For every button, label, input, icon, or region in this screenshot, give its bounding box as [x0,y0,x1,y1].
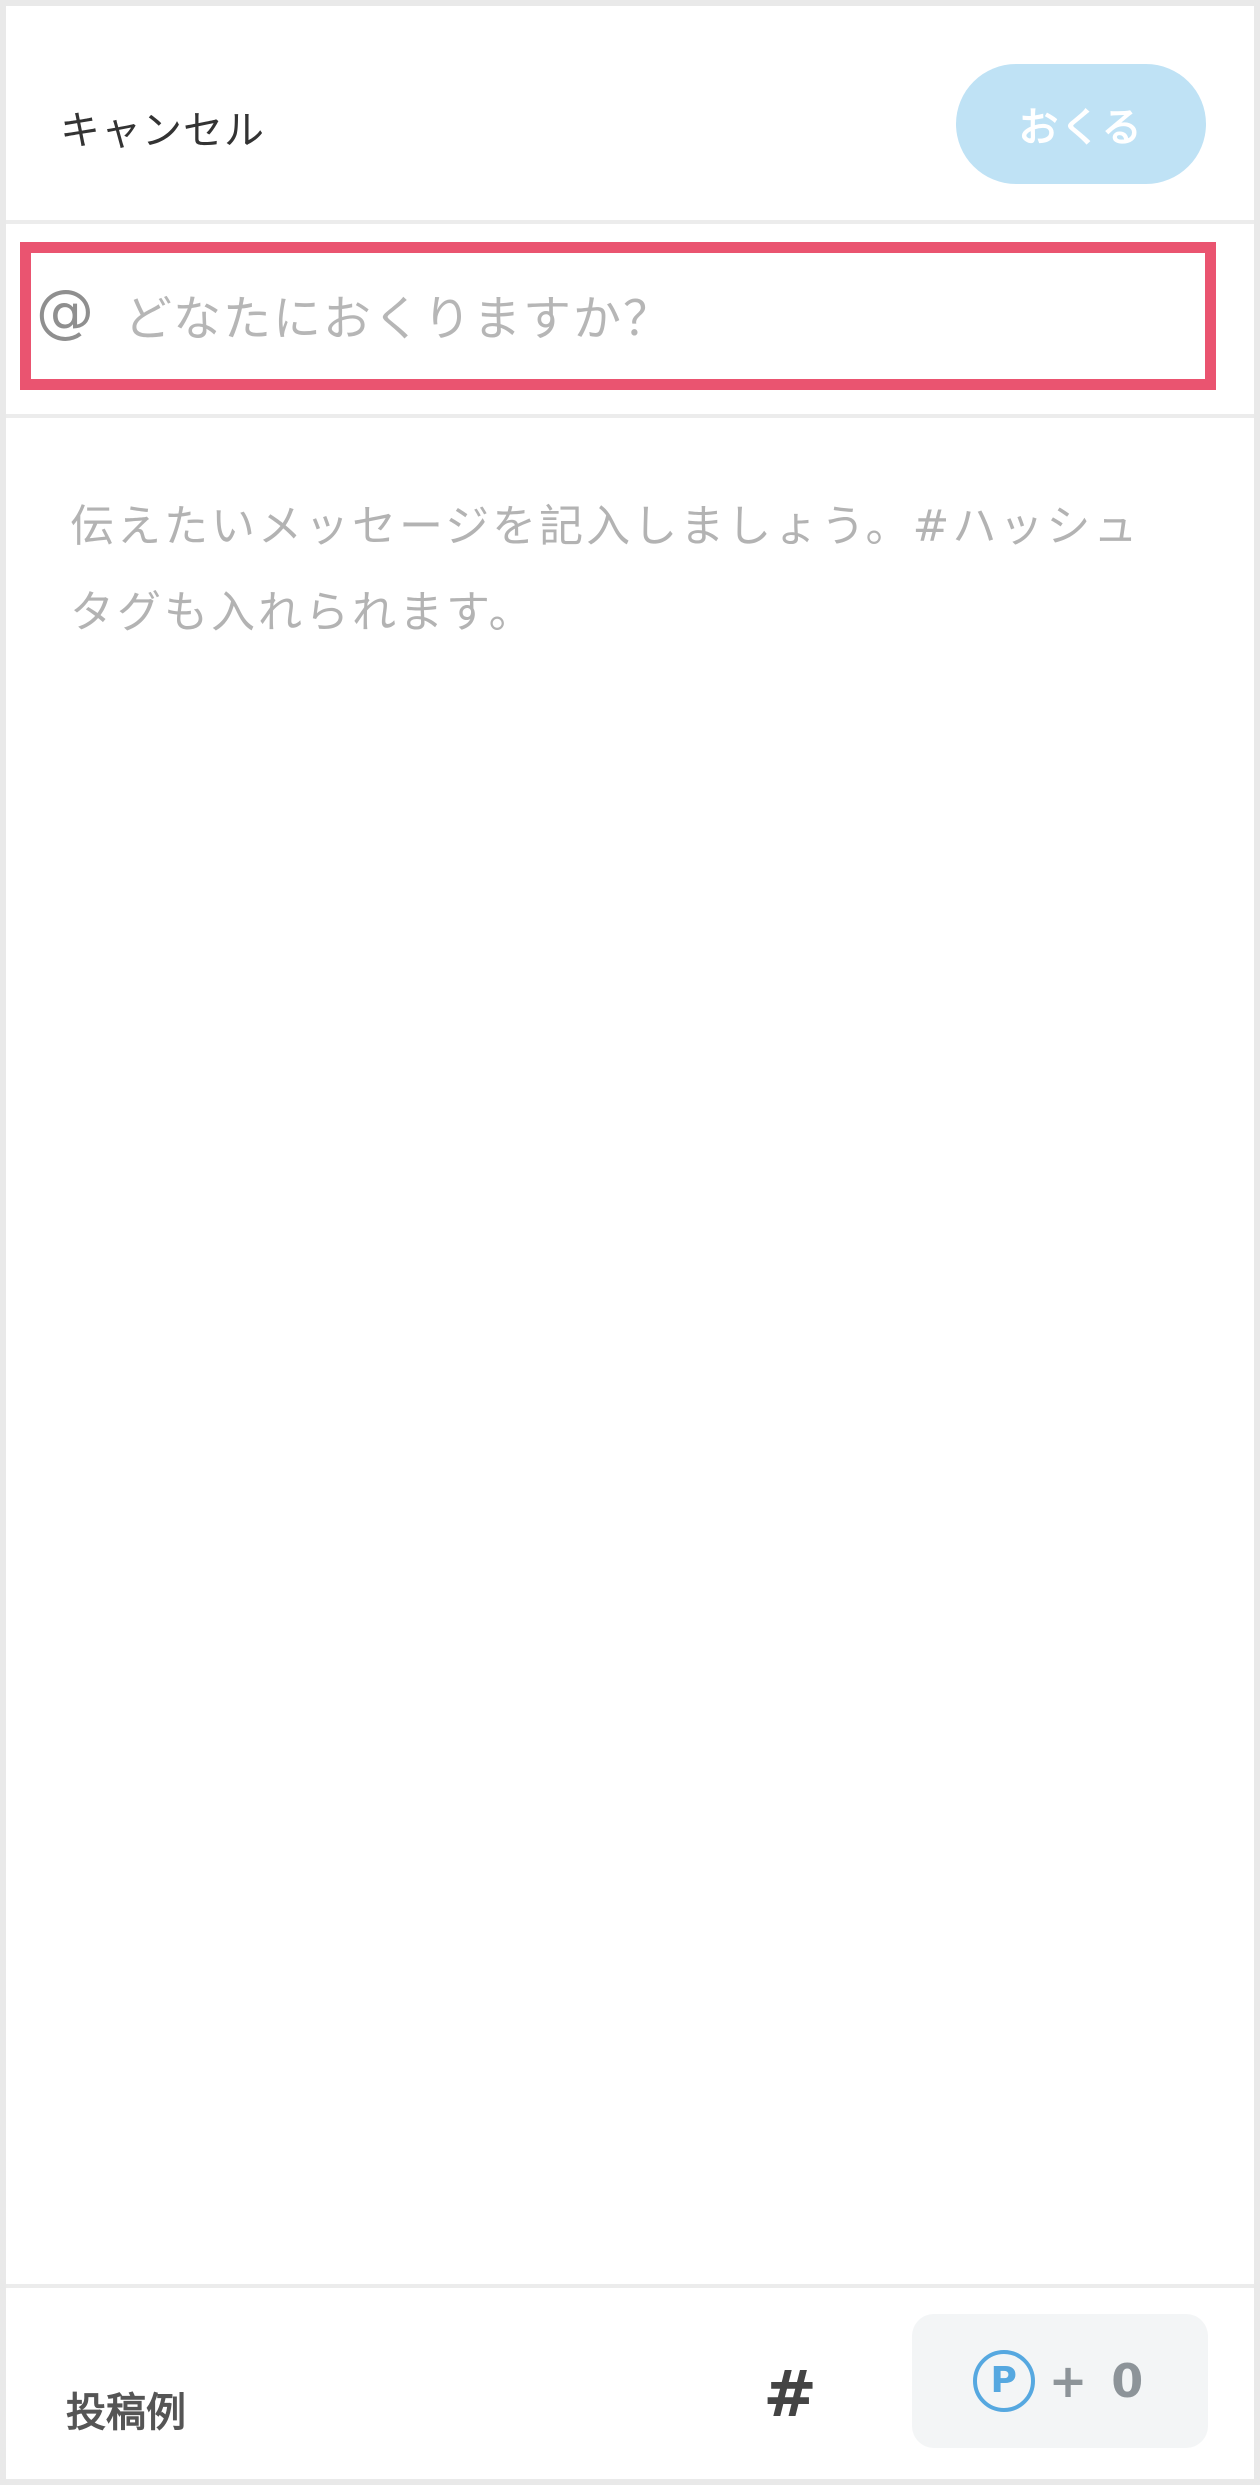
cancel-button[interactable]: キャンセル [60,98,265,156]
compose-footer: 投稿例 # P + 0 [6,2284,1254,2479]
points-value: + 0 [1048,2354,1148,2408]
point-icon: P [972,2350,1035,2412]
message-area [6,418,1254,2284]
message-input[interactable] [70,484,1180,2244]
hashtag-icon[interactable]: # [758,2350,822,2440]
send-button[interactable]: おくる [956,64,1206,184]
recipient-input[interactable] [124,274,1184,364]
recipient-row: @ [6,224,1254,418]
compose-header: キャンセル おくる [6,6,1254,224]
post-examples-button[interactable]: 投稿例 [66,2380,186,2438]
post-compose-screen: キャンセル おくる @ 投稿例 # P + 0 [0,0,1260,2485]
at-icon: @ [36,277,94,345]
points-button[interactable]: P + 0 [912,2314,1208,2448]
